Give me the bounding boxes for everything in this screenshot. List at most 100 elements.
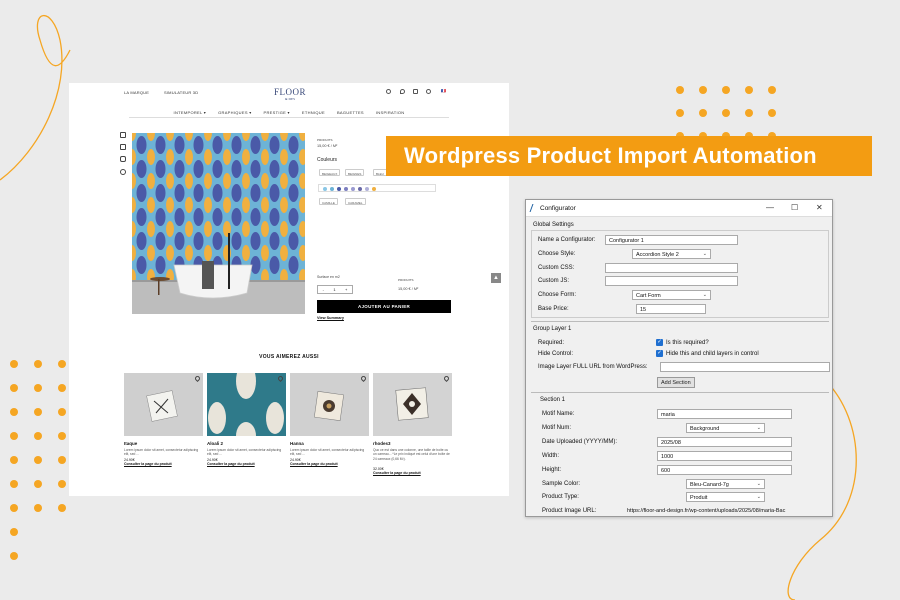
- height-input[interactable]: 600: [657, 465, 792, 475]
- refresh-icon[interactable]: [120, 169, 126, 175]
- camera-icon[interactable]: [120, 156, 126, 162]
- decorative-dot: [10, 408, 18, 416]
- color-chip-2[interactable]: BEIGNES: [345, 169, 365, 176]
- add-to-cart-button[interactable]: AJOUTER AU PANIER: [317, 300, 451, 313]
- product-card[interactable]: Itaque Lorem ipsum dolor sit amet, conse…: [124, 373, 203, 486]
- motif-num-select[interactable]: Background ⌄: [686, 423, 765, 433]
- product-name: Aloali 2: [207, 441, 224, 446]
- maximize-button[interactable]: ☐: [791, 203, 798, 212]
- quantity-stepper[interactable]: - 1 +: [317, 285, 353, 294]
- decorative-dot: [722, 109, 730, 117]
- product-desc: Lorem ipsum dolor sit amet, consectetur …: [290, 448, 365, 457]
- add-section-button[interactable]: Add Section: [657, 377, 695, 388]
- product-link[interactable]: Consulter la page du produit: [207, 462, 286, 466]
- qty-value[interactable]: 1: [333, 287, 335, 292]
- product-price: 15,00 € / M²: [317, 144, 338, 148]
- color-chip-1[interactable]: BEIGEAUX: [319, 169, 341, 176]
- product-url-label: Product Image URL:: [542, 508, 597, 514]
- menu-ethnique[interactable]: ETHNIQUE: [302, 110, 325, 115]
- product-card[interactable]: Aloali 2 Lorem ipsum dolor sit amet, con…: [207, 373, 286, 486]
- decorative-dot: [34, 480, 42, 488]
- decorative-dot: [722, 86, 730, 94]
- decorative-dot: [34, 408, 42, 416]
- swatch[interactable]: [365, 186, 369, 191]
- menu-intemporel[interactable]: INTEMPOREL ▾: [174, 110, 207, 115]
- product-url-value[interactable]: https://floor-and-design.fr/wp-content/u…: [627, 508, 785, 514]
- width-input[interactable]: 1000: [657, 451, 792, 461]
- css-input[interactable]: [605, 263, 738, 273]
- swatch[interactable]: [330, 186, 334, 191]
- qty-plus[interactable]: +: [345, 287, 347, 292]
- product-image[interactable]: [207, 373, 286, 436]
- colors-label: Couleurs: [317, 157, 338, 163]
- swatch[interactable]: [351, 186, 355, 191]
- swatch[interactable]: [372, 186, 376, 191]
- style-select[interactable]: Accordion Style 2 ⌄: [632, 249, 711, 259]
- sample-color-select[interactable]: Bleu-Canard-7g ⌄: [686, 479, 765, 489]
- motif-num-label: Motif Num:: [542, 425, 572, 431]
- scroll-top-button[interactable]: ▲: [491, 273, 501, 283]
- cart-icon[interactable]: [413, 89, 418, 94]
- nav-link-la-marque[interactable]: LA MARQUE: [124, 90, 149, 95]
- configurator-window: Configurator — ☐ ✕ Global Settings Name …: [525, 199, 833, 517]
- swatch[interactable]: [323, 186, 327, 191]
- date-input[interactable]: 2025/08: [657, 437, 792, 447]
- location-icon[interactable]: [400, 89, 405, 94]
- section-label: Section 1: [540, 397, 566, 403]
- chevron-down-icon: ⌄: [756, 481, 761, 487]
- minimize-button[interactable]: —: [766, 203, 774, 212]
- grid-icon[interactable]: [120, 144, 126, 150]
- product-link[interactable]: Consulter la page du produit: [124, 462, 203, 466]
- decorative-dot: [699, 109, 707, 117]
- menu-baguettes[interactable]: BAGUETTES: [337, 110, 364, 115]
- form-label: Choose Form:: [538, 292, 577, 298]
- decorative-dot: [58, 456, 66, 464]
- product-image[interactable]: [290, 373, 369, 436]
- view-summary-link[interactable]: View Summary: [317, 316, 344, 320]
- brand-logo[interactable]: FLOOR & DES: [274, 87, 306, 101]
- chevron-down-icon: ⌄: [756, 425, 761, 431]
- form-select[interactable]: Cart Form ⌄: [632, 290, 711, 300]
- close-button[interactable]: ✕: [816, 203, 823, 212]
- base-price-input[interactable]: 15: [636, 304, 706, 314]
- image-url-input[interactable]: [660, 362, 830, 372]
- nav-link-simulateur[interactable]: SIMULATEUR 3D: [164, 90, 198, 95]
- js-label: Custom JS:: [538, 278, 570, 284]
- divider: [531, 392, 829, 393]
- feather-icon: [529, 204, 538, 212]
- decorative-dot: [58, 408, 66, 416]
- product-image[interactable]: [124, 373, 203, 436]
- color-chip-4[interactable]: CAMILLE: [319, 198, 338, 205]
- name-input[interactable]: Configurator 1: [605, 235, 738, 245]
- decorative-dot: [34, 384, 42, 392]
- product-type-select[interactable]: Produit ⌄: [686, 492, 765, 502]
- menu-graphiques[interactable]: GRAPHIQUES ▾: [218, 110, 251, 115]
- fullscreen-icon[interactable]: [120, 132, 126, 138]
- title-bar[interactable]: Configurator — ☐ ✕: [526, 200, 832, 217]
- product-link[interactable]: Consulter la page du produit: [290, 462, 369, 466]
- required-checkbox[interactable]: ✓: [656, 339, 663, 346]
- product-link[interactable]: Consulter la page du produit: [373, 471, 452, 475]
- total-price: 15,00 € / M²: [398, 287, 419, 291]
- js-input[interactable]: [605, 276, 738, 286]
- motif-name-input[interactable]: maria: [657, 409, 792, 419]
- hide-control-checkbox[interactable]: ✓: [656, 350, 663, 357]
- color-chip-5[interactable]: CARAMEL: [345, 198, 366, 205]
- color-chip-3[interactable]: BLEU: [373, 169, 387, 176]
- base-price-label: Base Price:: [538, 306, 569, 312]
- heart-icon[interactable]: [386, 89, 391, 94]
- swatch[interactable]: [337, 186, 341, 191]
- product-image[interactable]: [373, 373, 452, 436]
- product-card[interactable]: rhodes3 Quo ce est dans une colonne, une…: [373, 373, 452, 486]
- product-card[interactable]: Hanna Lorem ipsum dolor sit amet, consec…: [290, 373, 369, 486]
- surface-label: Surface en m2: [317, 275, 340, 279]
- menu-prestige[interactable]: PRESTIGE ▾: [264, 110, 290, 115]
- qty-minus[interactable]: -: [323, 287, 324, 292]
- decorative-dot: [58, 480, 66, 488]
- product-tag: PRODUITS: [317, 138, 333, 142]
- swatch[interactable]: [344, 186, 348, 191]
- menu-inspiration[interactable]: INSPIRATION: [376, 110, 405, 115]
- swatch[interactable]: [358, 186, 362, 191]
- language-flag[interactable]: 🇫🇷: [441, 88, 446, 93]
- account-icon[interactable]: [426, 89, 431, 94]
